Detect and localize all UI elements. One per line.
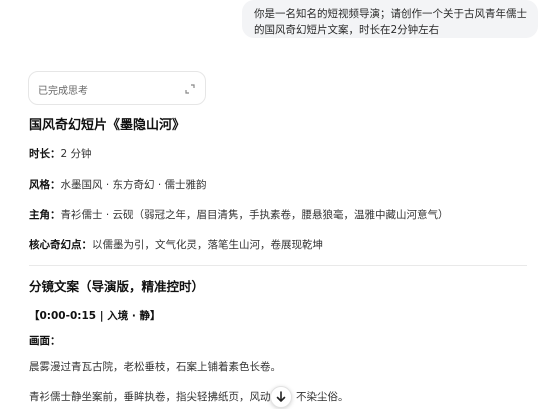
user-message-line: 你是一名知名的短视频导演；请创作一个关于古风青年儒士 (254, 8, 527, 20)
thinking-status-card[interactable]: 已完成思考 (28, 71, 206, 105)
scene-paragraph: 青衫儒士静坐案前，垂眸执卷，指尖轻拂纸页，风动衣 (29, 391, 281, 403)
thinking-status-label: 已完成思考 (38, 86, 88, 97)
section-divider (29, 265, 527, 266)
meta-value: 以儒墨为引，文气化灵，落笔生山河，卷展现乾坤 (92, 239, 323, 251)
arrow-down-icon (276, 391, 286, 402)
meta-style: 风格：水墨国风 · 东方奇幻 · 儒士雅韵 (29, 177, 207, 192)
scroll-to-bottom-button[interactable] (270, 386, 292, 408)
meta-key: 主角： (29, 209, 61, 221)
user-message-line: 的国风奇幻短片文案，时长在2分钟左右 (254, 24, 440, 36)
section-title: 分镜文案（导演版，精准控时） (29, 279, 205, 294)
scene-label: 画面： (29, 335, 61, 347)
user-message-bubble: 你是一名知名的短视频导演；请创作一个关于古风青年儒士 的国风奇幻短片文案，时长在… (242, 0, 538, 38)
meta-value: 青衫儒士 · 云砚（弱冠之年，眉目清隽，手执素卷，腰悬狼毫，温雅中藏山河意气） (60, 209, 449, 221)
meta-protagonist: 主角：青衫儒士 · 云砚（弱冠之年，眉目清隽，手执素卷，腰悬狼毫，温雅中藏山河意… (29, 207, 449, 222)
meta-duration: 时长：2 分钟 (29, 146, 92, 161)
answer-title: 国风奇幻短片《墨隐山河》 (29, 118, 186, 133)
meta-key: 风格： (29, 179, 61, 191)
chat-page: 你是一名知名的短视频导演；请创作一个关于古风青年儒士 的国风奇幻短片文案，时长在… (0, 0, 554, 409)
scene-paragraph: 不染尘俗。 (296, 391, 349, 403)
meta-value: 水墨国风 · 东方奇幻 · 儒士雅韵 (60, 179, 207, 191)
scene-paragraph: 晨雾漫过青瓦古院，老松垂枝，石案上铺着素色长卷。 (29, 361, 281, 373)
meta-value: 2 分钟 (60, 148, 92, 160)
meta-key: 时长： (29, 148, 61, 160)
meta-core-fantasy: 核心奇幻点：以儒墨为引，文气化灵，落笔生山河，卷展现乾坤 (29, 237, 323, 252)
time-segment-heading: 【0:00-0:15 | 入境 · 静】 (29, 310, 161, 322)
meta-key: 核心奇幻点： (29, 239, 92, 251)
expand-icon[interactable] (183, 81, 197, 95)
